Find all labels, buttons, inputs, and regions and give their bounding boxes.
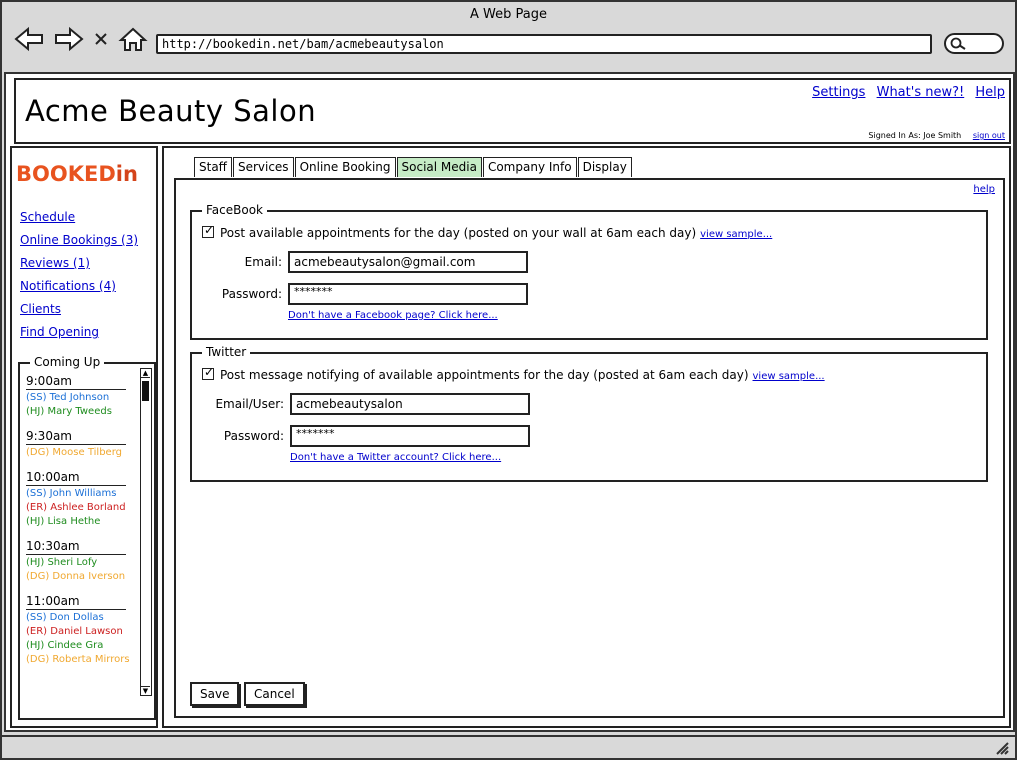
help-link[interactable]: help [973, 184, 995, 195]
twitter-post-text: Post message notifying of available appo… [220, 368, 749, 382]
tab-online-booking[interactable]: Online Booking [294, 157, 396, 177]
scroll-thumb[interactable] [142, 381, 149, 401]
tab-display[interactable]: Display [577, 157, 632, 177]
tab-staff[interactable]: Staff [194, 157, 232, 177]
coming-up-slot: 11:00am (SS) Don Dollas (ER) Daniel Lawson… [26, 594, 138, 667]
twitter-group: Twitter Post message notifying of availa… [190, 345, 988, 482]
twitter-password-field[interactable]: ******* [290, 425, 530, 447]
slot-time: 9:00am [26, 374, 126, 390]
home-icon[interactable] [118, 26, 148, 52]
forward-arrow-icon[interactable] [54, 26, 84, 52]
appointment-item[interactable]: (HJ) Mary Tweeds [26, 405, 138, 419]
twitter-view-sample-link[interactable]: view sample... [753, 371, 825, 382]
stop-icon[interactable] [90, 26, 112, 52]
appointment-item[interactable]: (SS) John Williams [26, 487, 138, 501]
sidebar-item-find-opening[interactable]: Find Opening [20, 325, 99, 339]
slot-time: 11:00am [26, 594, 126, 610]
appointment-item[interactable]: (ER) Ashlee Borland [26, 501, 138, 515]
sidebar-item-online-bookings[interactable]: Online Bookings (3) [20, 233, 138, 247]
facebook-group-label: FaceBook [202, 203, 267, 217]
sidebar-item-notifications[interactable]: Notifications (4) [20, 279, 116, 293]
sign-out-link[interactable]: sign out [973, 131, 1005, 140]
tab-company-info[interactable]: Company Info [482, 157, 577, 177]
appointment-item[interactable]: (HJ) Sheri Lofy [26, 556, 138, 570]
tab-social-media[interactable]: Social Media [396, 157, 482, 177]
appointment-item[interactable]: (HJ) Cindee Gra [26, 639, 138, 653]
cancel-button[interactable]: Cancel [244, 682, 305, 706]
help-top-link[interactable]: Help [975, 85, 1005, 100]
facebook-email-label: Email: [244, 255, 282, 269]
search-icon [950, 37, 966, 50]
facebook-view-sample-link[interactable]: view sample... [700, 229, 772, 240]
status-bar [2, 735, 1015, 758]
main-content: Staff Services Online Booking Social Media C… [162, 146, 1011, 728]
top-links: Settings What's new?! Help [805, 85, 1005, 100]
scroll-up-icon[interactable]: ▲ [141, 369, 150, 378]
whats-new-link[interactable]: What's new?! [877, 85, 965, 100]
back-arrow-icon[interactable] [14, 26, 44, 52]
scroll-down-icon[interactable]: ▼ [141, 686, 150, 695]
twitter-password-label: Password: [223, 429, 284, 443]
appointment-item[interactable]: (HJ) Lisa Hethe [26, 515, 138, 529]
signed-in-text: Signed In As: Joe Smith [868, 131, 962, 140]
appointment-item[interactable]: (SS) Don Dollas [26, 611, 138, 625]
twitter-group-label: Twitter [202, 345, 251, 359]
coming-up-slot: 9:30am (DG) Moose Tilberg [26, 429, 138, 460]
facebook-post-text: Post available appointments for the day … [220, 226, 697, 240]
window-title: A Web Page [470, 7, 547, 22]
appointment-item[interactable]: (SS) Ted Johnson [26, 391, 138, 405]
page-title: Acme Beauty Salon [25, 94, 317, 128]
twitter-post-row: Post message notifying of available appo… [202, 365, 825, 382]
page-viewport: Acme Beauty Salon Settings What's new?! … [4, 72, 1015, 732]
sidebar-nav: Schedule Online Bookings (3) Reviews (1)… [20, 206, 138, 344]
facebook-post-checkbox[interactable] [202, 223, 214, 238]
save-button[interactable]: Save [190, 682, 240, 706]
slot-time: 10:00am [26, 470, 126, 486]
twitter-post-checkbox[interactable] [202, 365, 214, 380]
sidebar-item-clients[interactable]: Clients [20, 302, 61, 316]
facebook-post-row: Post available appointments for the day … [202, 223, 772, 240]
coming-up-slot: 10:00am (SS) John Williams (ER) Ashlee Bor… [26, 470, 138, 529]
address-bar[interactable]: http://bookedin.net/bam/acmebeautysalon [156, 34, 932, 54]
sidebar-item-schedule[interactable]: Schedule [20, 210, 75, 224]
signed-in-info: Signed In As: Joe Smith sign out [868, 131, 1005, 140]
coming-up-list: 9:00am (SS) Ted Johnson (HJ) Mary Tweeds 9:… [26, 374, 138, 677]
appointment-item[interactable]: (DG) Moose Tilberg [26, 446, 138, 460]
coming-up-label: Coming Up [30, 355, 105, 369]
sidebar: BOOKEDin Schedule Online Bookings (3) Re… [10, 146, 158, 728]
resize-grip-icon[interactable] [995, 741, 1009, 755]
facebook-group: FaceBook Post available appointments for… [190, 203, 988, 340]
slot-time: 10:30am [26, 539, 126, 555]
social-media-panel: help FaceBook Post available appointment… [174, 178, 1005, 718]
twitter-email-field[interactable]: acmebeautysalon [290, 393, 530, 415]
facebook-signup-link[interactable]: Don't have a Facebook page? Click here..… [288, 310, 498, 321]
twitter-signup-link[interactable]: Don't have a Twitter account? Click here… [290, 452, 501, 463]
coming-up-slot: 9:00am (SS) Ted Johnson (HJ) Mary Tweeds [26, 374, 138, 419]
appointment-item[interactable]: (ER) Daniel Lawson [26, 625, 138, 639]
app-header: Acme Beauty Salon Settings What's new?! … [14, 78, 1011, 144]
slot-time: 9:30am [26, 429, 126, 445]
appointment-item[interactable]: (DG) Roberta Mirrors [26, 653, 138, 667]
facebook-email-field[interactable]: acmebeautysalon@gmail.com [288, 251, 528, 273]
facebook-password-label: Password: [221, 287, 282, 301]
browser-search-box[interactable] [944, 33, 1004, 54]
twitter-email-label: Email/User: [215, 397, 284, 411]
tab-services[interactable]: Services [232, 157, 294, 177]
sidebar-item-reviews[interactable]: Reviews (1) [20, 256, 90, 270]
settings-link[interactable]: Settings [812, 85, 865, 100]
facebook-password-field[interactable]: ******* [288, 283, 528, 305]
coming-up-panel: Coming Up 9:00am (SS) Ted Johnson (HJ) Mar… [18, 355, 156, 720]
settings-tabs: Staff Services Online Booking Social Media C… [194, 156, 633, 178]
bookedin-logo: BOOKEDin [16, 162, 138, 186]
appointment-item[interactable]: (DG) Donna Iverson [26, 570, 138, 584]
browser-window: A Web Page http://bookedin.net/bam/acmeb… [0, 0, 1017, 760]
coming-up-scrollbar[interactable]: ▲ ▼ [140, 368, 152, 696]
coming-up-slot: 10:30am (HJ) Sheri Lofy (DG) Donna Iverson [26, 539, 138, 584]
